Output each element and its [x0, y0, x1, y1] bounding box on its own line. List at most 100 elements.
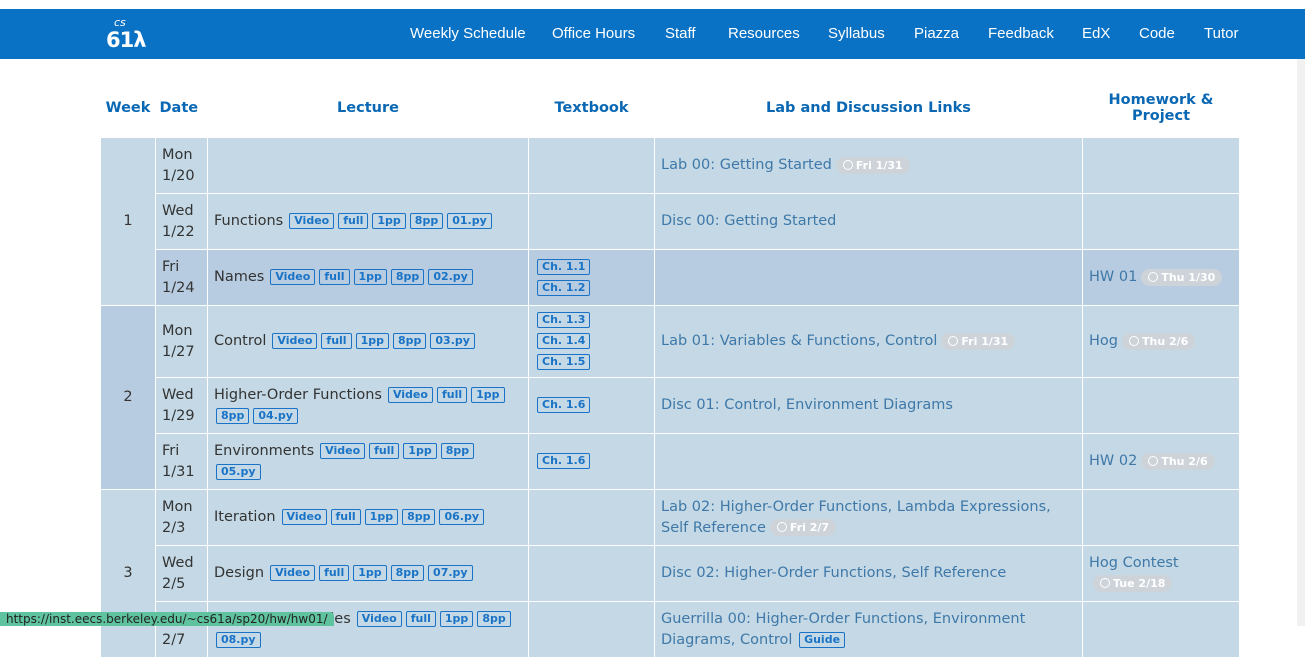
- lecture-full-badge[interactable]: full: [319, 565, 350, 581]
- lecture-08-py-badge[interactable]: 08.py: [216, 631, 261, 648]
- lecture-full-badge[interactable]: full: [321, 333, 352, 349]
- lecture-video-badge[interactable]: Video: [270, 269, 316, 285]
- lab-discussion-cell: [654, 249, 1083, 306]
- day-label: Mon: [162, 498, 193, 515]
- lecture-8pp-badge[interactable]: 8pp: [402, 509, 436, 525]
- homework-cell: [1082, 489, 1240, 546]
- lecture-8pp-badge[interactable]: 8pp: [440, 442, 475, 459]
- nav-code[interactable]: Code: [1139, 25, 1175, 42]
- clock-icon: [1148, 271, 1159, 282]
- lecture-video-badge[interactable]: Video: [387, 386, 433, 403]
- textbook-cell: [528, 489, 655, 546]
- nav-feedback[interactable]: Feedback: [988, 25, 1054, 42]
- lecture-full-badge[interactable]: full: [330, 509, 361, 525]
- nav-weekly-schedule[interactable]: Weekly Schedule: [410, 25, 526, 42]
- homework-cell: [1082, 377, 1240, 434]
- lecture-video-badge[interactable]: Video: [289, 213, 335, 229]
- lecture-full-badge[interactable]: full: [405, 610, 436, 627]
- lecture-8pp-badge[interactable]: 8pp: [477, 610, 511, 627]
- textbook-chapter-badge[interactable]: Ch. 1.5: [537, 354, 591, 370]
- lecture-video-badge[interactable]: Video: [320, 442, 366, 459]
- nav-syllabus[interactable]: Syllabus: [828, 25, 885, 42]
- due-date-text: Fri 1/31: [855, 158, 903, 172]
- lab-discussion-cell: Disc 01: Control, Environment Diagrams: [654, 377, 1083, 434]
- homework-cell: Hog Thu 2/6: [1082, 305, 1240, 378]
- lab-link[interactable]: Lab 00: Getting Started: [661, 157, 832, 173]
- homework-link[interactable]: Hog: [1089, 333, 1118, 349]
- date-label: 2/7: [162, 631, 186, 648]
- textbook-chapter-badge[interactable]: Ch. 1.1: [537, 258, 591, 275]
- lecture-1pp-badge[interactable]: 1pp: [403, 442, 437, 459]
- due-date-text: Fri 1/31: [961, 334, 1009, 348]
- date-cell: Wed 2/5: [155, 545, 208, 602]
- lecture-video-badge[interactable]: Video: [272, 333, 318, 349]
- lecture-full-badge[interactable]: full: [338, 213, 369, 229]
- nav-staff[interactable]: Staff: [665, 25, 696, 42]
- textbook-cell: [528, 193, 655, 250]
- lecture-1pp-badge[interactable]: 1pp: [372, 213, 406, 229]
- lecture-full-badge[interactable]: full: [436, 386, 468, 403]
- lab-discussion-cell: Disc 00: Getting Started: [654, 193, 1083, 250]
- homework-link[interactable]: HW 01: [1089, 269, 1137, 285]
- homework-link[interactable]: HW 02: [1089, 453, 1137, 469]
- lecture-8pp-badge[interactable]: 8pp: [390, 565, 425, 581]
- due-date-badge: Fri 2/7: [769, 519, 837, 536]
- lab-link[interactable]: Lab 02: Higher-Order Functions, Lambda E…: [661, 499, 1051, 536]
- textbook-chapter-badge[interactable]: Ch. 1.3: [537, 312, 591, 328]
- homework-cell: [1082, 193, 1240, 250]
- lab-link[interactable]: Disc 01: Control, Environment Diagrams: [661, 397, 953, 413]
- textbook-chapter-badge[interactable]: Ch. 1.2: [537, 279, 591, 296]
- lecture-title: Names: [214, 269, 265, 285]
- day-label: Wed: [162, 554, 194, 571]
- lecture-02-py-badge[interactable]: 02.py: [428, 269, 473, 285]
- lecture-04-py-badge[interactable]: 04.py: [253, 407, 298, 424]
- lab-link[interactable]: Disc 00: Getting Started: [661, 213, 836, 229]
- homework-link[interactable]: Hog Contest: [1089, 555, 1179, 571]
- nav-office-hours[interactable]: Office Hours: [552, 25, 635, 42]
- date-label: 1/22: [162, 223, 195, 240]
- lecture-01-py-badge[interactable]: 01.py: [447, 213, 492, 229]
- lecture-1pp-badge[interactable]: 1pp: [471, 386, 505, 403]
- lecture-title: Iteration: [214, 509, 276, 525]
- lecture-video-badge[interactable]: Video: [270, 565, 316, 581]
- lecture-1pp-badge[interactable]: 1pp: [364, 509, 399, 525]
- lecture-05-py-badge[interactable]: 05.py: [216, 463, 261, 480]
- lecture-cell: Higher-Order Functions Video full 1pp 8pp 04.…: [207, 377, 529, 434]
- guide-badge[interactable]: Guide: [799, 631, 846, 648]
- nav-resources[interactable]: Resources: [728, 25, 800, 42]
- lecture-cell: Iteration Video full 1pp 8pp 06.py: [207, 489, 529, 546]
- lecture-1pp-badge[interactable]: 1pp: [439, 610, 474, 627]
- date-label: 1/31: [162, 463, 195, 480]
- textbook-chapter-badge[interactable]: Ch. 1.6: [537, 397, 591, 413]
- lecture-06-py-badge[interactable]: 06.py: [439, 509, 485, 525]
- clock-icon: [1148, 455, 1159, 466]
- lecture-full-badge[interactable]: full: [369, 442, 400, 459]
- lecture-video-badge[interactable]: Video: [281, 509, 327, 525]
- nav-tutor[interactable]: Tutor: [1204, 25, 1238, 42]
- lecture-full-badge[interactable]: full: [319, 269, 350, 285]
- lecture-1pp-badge[interactable]: 1pp: [353, 269, 387, 285]
- lecture-8pp-badge[interactable]: 8pp: [216, 407, 250, 424]
- page-scrollbar[interactable]: [1297, 59, 1305, 626]
- lecture-03-py-badge[interactable]: 03.py: [430, 333, 475, 349]
- lecture-8pp-badge[interactable]: 8pp: [390, 269, 425, 285]
- lecture-1pp-badge[interactable]: 1pp: [353, 565, 387, 581]
- lecture-07-py-badge[interactable]: 07.py: [428, 565, 473, 581]
- nav-piazza[interactable]: Piazza: [914, 25, 959, 42]
- header-textbook: Textbook: [528, 78, 655, 138]
- due-date-text: Thu 1/30: [1161, 270, 1216, 284]
- textbook-chapter-badge[interactable]: Ch. 1.4: [537, 333, 591, 349]
- textbook-chapter-badge[interactable]: Ch. 1.6: [537, 453, 591, 469]
- lecture-8pp-badge[interactable]: 8pp: [409, 213, 444, 229]
- lab-link[interactable]: Lab 01: Variables & Functions, Control: [661, 333, 937, 349]
- lecture-video-badge[interactable]: Video: [356, 610, 402, 627]
- weekly-schedule-table: Week Date Lecture Textbook Lab and Discu…: [100, 78, 1240, 658]
- lecture-1pp-badge[interactable]: 1pp: [355, 333, 389, 349]
- textbook-cell: [528, 137, 655, 194]
- due-date-text: Tue 2/18: [1113, 577, 1166, 590]
- lecture-title: Environments: [214, 442, 315, 459]
- nav-edx[interactable]: EdX: [1082, 25, 1110, 42]
- due-date-badge: Thu 1/30: [1141, 268, 1223, 286]
- lecture-8pp-badge[interactable]: 8pp: [392, 333, 427, 349]
- lab-link[interactable]: Disc 02: Higher-Order Functions, Self Re…: [661, 565, 1006, 581]
